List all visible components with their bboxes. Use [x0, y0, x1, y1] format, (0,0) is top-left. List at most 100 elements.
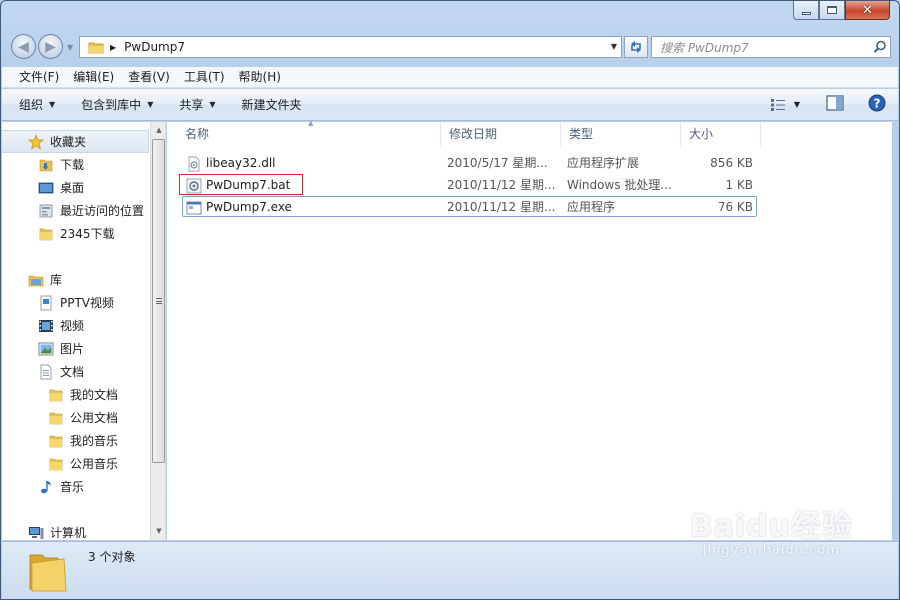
breadcrumb-separator-icon[interactable]: ▶	[110, 43, 116, 52]
nav-pictures-label: 图片	[60, 342, 85, 356]
file-row[interactable]: libeay32.dll 2010/5/17 星期... 应用程序扩展 856 …	[182, 153, 757, 174]
nav-music-label: 音乐	[60, 480, 85, 494]
downloads-folder-icon	[38, 157, 54, 173]
forward-button[interactable]: ▶	[38, 34, 63, 59]
chevron-down-icon: ▼	[49, 100, 56, 109]
menu-tools[interactable]: 工具(T)	[177, 67, 232, 88]
menu-help[interactable]: 帮助(H)	[232, 67, 288, 88]
file-size: 856 KB	[710, 156, 753, 170]
navigation-scrollbar[interactable]: ▲ ▼	[150, 122, 165, 540]
change-view-button[interactable]: ▼	[770, 98, 806, 112]
exe-icon	[186, 200, 202, 216]
menu-view[interactable]: 查看(V)	[121, 67, 177, 88]
nav-computer[interactable]: 计算机	[2, 521, 86, 540]
preview-pane-button[interactable]	[826, 95, 844, 114]
nav-downloads-label: 下载	[60, 158, 85, 172]
folder-icon	[88, 42, 104, 53]
nav-pptv-video[interactable]: PPTV视频	[2, 291, 114, 314]
column-name[interactable]: 名称	[177, 122, 441, 146]
nav-2345-downloads[interactable]: 2345下载	[2, 222, 115, 245]
nav-libraries[interactable]: 库	[2, 268, 62, 291]
column-date-modified[interactable]: 修改日期	[441, 122, 561, 146]
nav-recent-places-label: 最近访问的位置	[60, 204, 145, 218]
nav-downloads[interactable]: 下载	[2, 153, 84, 176]
menu-file[interactable]: 文件(F)	[12, 67, 66, 88]
watermark-url: jingyan.baidu.com	[702, 543, 840, 558]
back-arrow-icon: ◀	[18, 38, 29, 55]
chevron-down-icon: ▼	[209, 100, 216, 109]
navigation-pane: 收藏夹 下载 桌面 最近访问的位置 2345下载 库 PPTV视频 视频 图片 …	[2, 122, 166, 540]
svg-text:?: ?	[874, 97, 881, 111]
nav-pictures[interactable]: 图片	[2, 337, 84, 360]
video-library-icon	[38, 318, 54, 334]
item-count: 3 个对象	[88, 550, 136, 564]
menu-edit[interactable]: 编辑(E)	[66, 67, 121, 88]
address-dropdown-icon[interactable]: ▼	[611, 42, 617, 51]
desktop-icon	[38, 180, 54, 196]
nav-recent-places[interactable]: 最近访问的位置	[2, 199, 144, 222]
nav-desktop-label: 桌面	[60, 181, 85, 195]
address-bar[interactable]: ▶ PwDump7 ▼	[79, 36, 622, 58]
recent-pages-dropdown[interactable]: ▼	[67, 43, 73, 52]
nav-my-documents-label: 我的文档	[70, 388, 119, 402]
explorer-window: ✕ ◀ ▶ ▼ ▶ PwDump7 ▼ 搜索 PwDump7 文件(F) 编辑(…	[0, 0, 900, 600]
include-in-library-button[interactable]: 包含到库中 ▼	[81, 96, 153, 113]
file-date: 2010/5/17 星期...	[447, 156, 548, 170]
command-bar-right: ▼ ?	[770, 94, 886, 115]
file-name: PwDump7.exe	[206, 200, 292, 214]
folder-icon	[48, 387, 64, 403]
organize-label: 组织	[19, 98, 44, 112]
file-size: 76 KB	[717, 200, 753, 214]
minimize-button[interactable]	[793, 1, 819, 20]
star-icon	[28, 133, 44, 150]
forward-arrow-icon: ▶	[45, 38, 56, 55]
scroll-thumb[interactable]	[152, 139, 165, 463]
new-folder-button[interactable]: 新建文件夹	[242, 96, 302, 113]
nav-public-music[interactable]: 公用音乐	[2, 452, 118, 475]
nav-public-documents-label: 公用文档	[70, 411, 119, 425]
chevron-down-icon: ▼	[793, 100, 800, 109]
column-size[interactable]: 大小	[681, 122, 761, 146]
column-type[interactable]: 类型	[561, 122, 681, 146]
nav-libraries-label: 库	[50, 273, 63, 287]
search-input[interactable]: 搜索 PwDump7	[660, 39, 870, 56]
organize-button[interactable]: 组织 ▼	[19, 96, 55, 113]
nav-public-documents[interactable]: 公用文档	[2, 406, 118, 429]
nav-2345-downloads-label: 2345下载	[60, 227, 115, 241]
document-library-icon	[38, 364, 54, 380]
nav-videos[interactable]: 视频	[2, 314, 84, 337]
menu-bar: 文件(F) 编辑(E) 查看(V) 工具(T) 帮助(H)	[2, 67, 898, 88]
file-size: 1 KB	[725, 178, 753, 192]
search-box[interactable]: 搜索 PwDump7	[651, 36, 891, 58]
breadcrumb-current[interactable]: PwDump7	[124, 40, 185, 54]
share-label: 共享	[179, 98, 204, 112]
file-row[interactable]: PwDump7.exe 2010/11/12 星期... 应用程序 76 KB	[182, 196, 757, 217]
nav-my-music[interactable]: 我的音乐	[2, 429, 118, 452]
nav-my-documents[interactable]: 我的文档	[2, 383, 118, 406]
help-button[interactable]: ?	[868, 94, 886, 115]
scroll-down-icon[interactable]: ▼	[151, 523, 165, 539]
recent-places-icon	[38, 203, 54, 219]
share-button[interactable]: 共享 ▼	[179, 96, 215, 113]
file-name-cell: libeay32.dll	[186, 153, 276, 174]
file-date: 2010/11/12 星期...	[447, 178, 556, 192]
maximize-button[interactable]	[819, 1, 845, 20]
help-icon: ?	[868, 94, 886, 112]
nav-music[interactable]: 音乐	[2, 475, 84, 498]
grip-icon	[155, 298, 162, 304]
computer-icon	[28, 525, 44, 541]
file-type: Windows 批处理...	[567, 178, 672, 192]
close-button[interactable]: ✕	[845, 1, 890, 20]
nav-desktop[interactable]: 桌面	[2, 176, 84, 199]
nav-documents[interactable]: 文档	[2, 360, 84, 383]
nav-favorites[interactable]: 收藏夹	[2, 130, 149, 153]
scroll-up-icon[interactable]: ▲	[151, 122, 165, 138]
address-row: ◀ ▶ ▼ ▶ PwDump7 ▼ 搜索 PwDump7	[9, 34, 891, 60]
refresh-button[interactable]	[624, 36, 648, 58]
refresh-icon	[631, 41, 641, 53]
nav-documents-label: 文档	[60, 365, 85, 379]
back-button[interactable]: ◀	[11, 34, 36, 59]
search-icon[interactable]	[870, 40, 890, 54]
watermark-logo: Baidu经验	[689, 509, 853, 544]
dll-icon	[186, 156, 202, 172]
